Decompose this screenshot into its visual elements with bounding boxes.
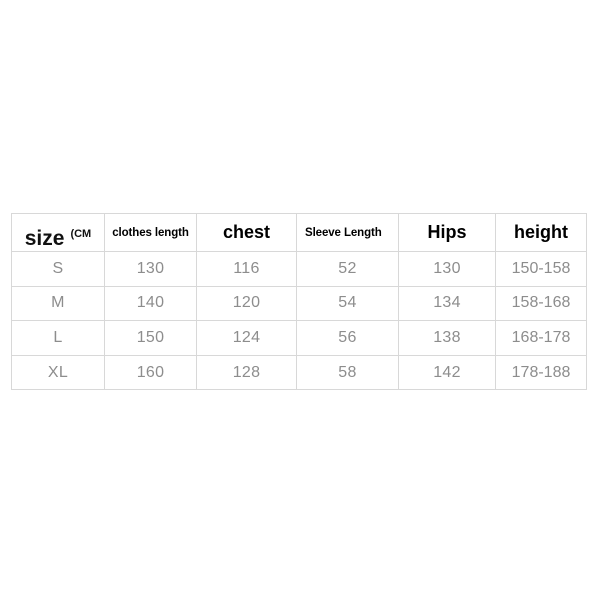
- cell-height: 178-188: [495, 354, 587, 391]
- table-row: M 140 120 54 134 158-168: [11, 285, 587, 322]
- header-cell-chest: chest: [196, 213, 297, 252]
- cell-chest: 116: [196, 251, 297, 287]
- cell-chest: 120: [196, 285, 297, 322]
- header-cell-size: size (CM: [11, 213, 105, 252]
- header-cell-clothes-length: clothes length: [104, 213, 197, 252]
- cell-chest: 124: [196, 320, 297, 356]
- cell-hips: 130: [398, 251, 496, 287]
- cell-size: XL: [11, 354, 105, 391]
- cell-sleeve-length: 52: [296, 251, 399, 287]
- cell-sleeve-length: 54: [296, 285, 399, 322]
- header-cell-sleeve-length: Sleeve Length: [296, 213, 399, 252]
- size-chart-table: size (CM clothes length chest Sleeve Leng…: [11, 213, 587, 391]
- header-cell-height: height: [495, 213, 587, 252]
- cell-size: M: [11, 285, 105, 322]
- header-cell-hips: Hips: [398, 213, 496, 252]
- table-row: XL 160 128 58 142 178-188: [11, 354, 587, 391]
- cell-height: 158-168: [495, 285, 587, 322]
- cell-height: 168-178: [495, 320, 587, 356]
- header-unit-cm: (CM: [70, 227, 92, 240]
- table-row: S 130 116 52 130 150-158: [11, 251, 587, 287]
- cell-hips: 134: [398, 285, 496, 322]
- cell-clothes-length: 150: [104, 320, 197, 356]
- cell-hips: 138: [398, 320, 496, 356]
- cell-chest: 128: [196, 354, 297, 391]
- cell-height: 150-158: [495, 251, 587, 287]
- cell-size: L: [11, 320, 105, 356]
- table-row: L 150 124 56 138 168-178: [11, 320, 587, 356]
- header-label-size: size: [24, 226, 65, 250]
- cell-hips: 142: [398, 354, 496, 391]
- table-header-row: size (CM clothes length chest Sleeve Leng…: [11, 213, 587, 252]
- cell-clothes-length: 140: [104, 285, 197, 322]
- cell-clothes-length: 130: [104, 251, 197, 287]
- cell-sleeve-length: 58: [296, 354, 399, 391]
- size-chart-container: size (CM clothes length chest Sleeve Leng…: [11, 213, 587, 391]
- cell-sleeve-length: 56: [296, 320, 399, 356]
- cell-size: S: [11, 251, 105, 287]
- cell-clothes-length: 160: [104, 354, 197, 391]
